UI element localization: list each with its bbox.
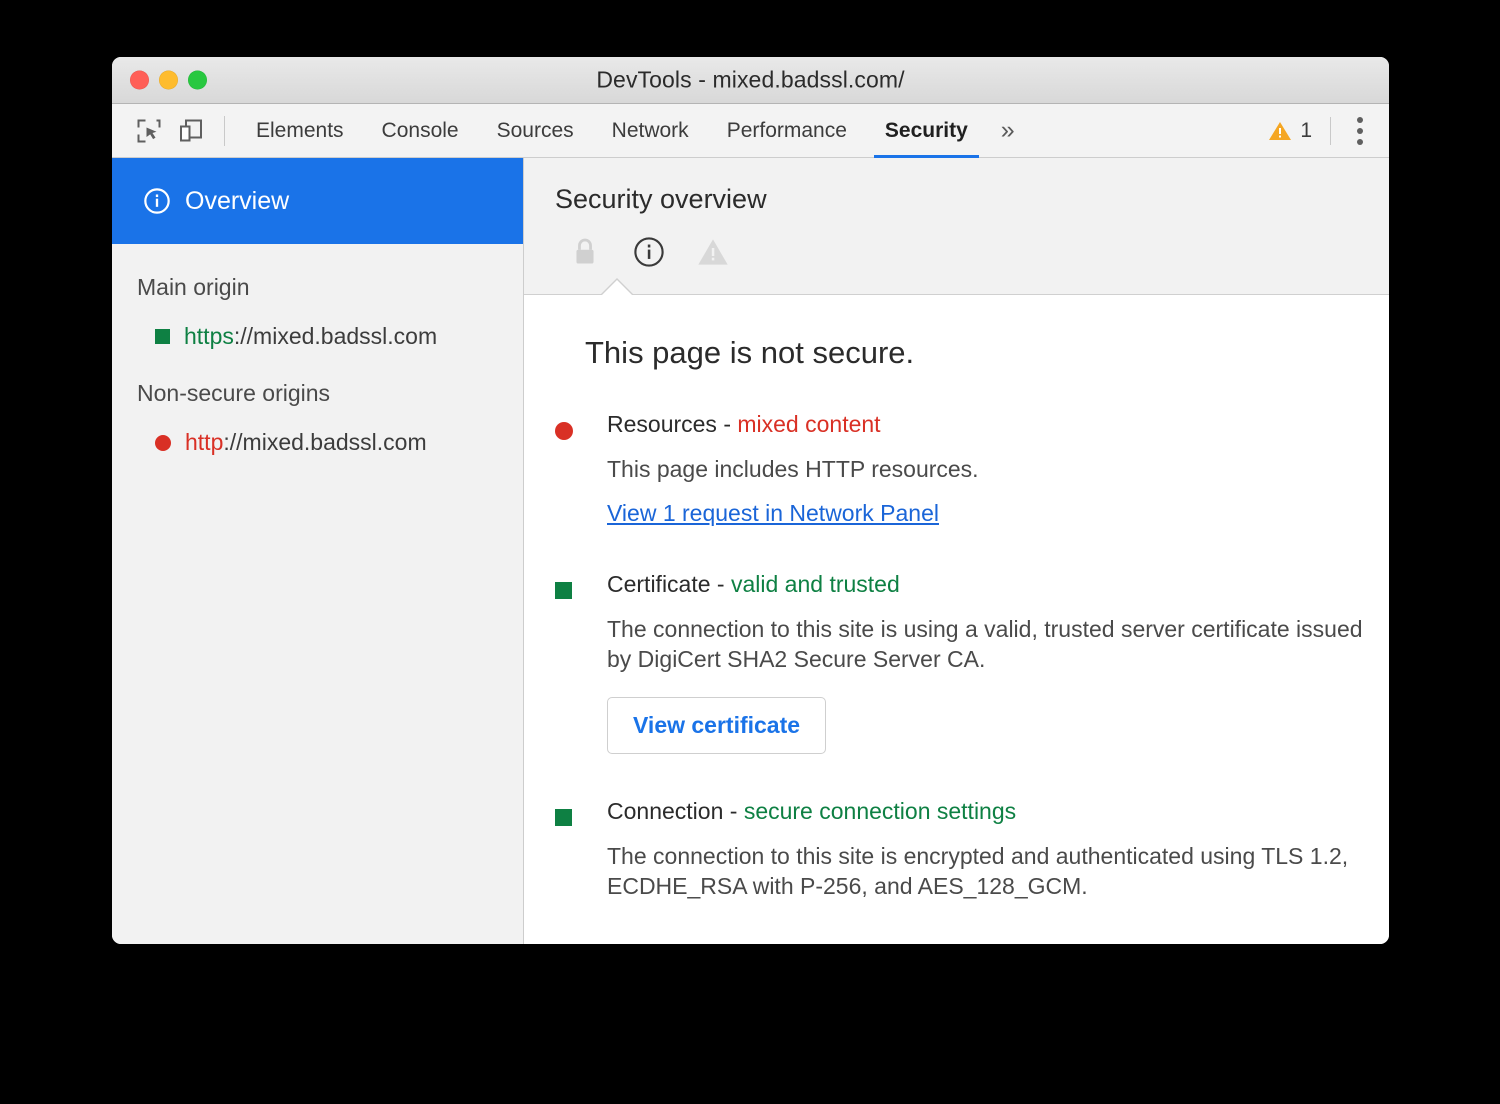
info-circle-icon[interactable] <box>632 235 666 269</box>
explanation-connection: Connection - secure connection settings … <box>555 798 1389 902</box>
view-certificate-button[interactable]: View certificate <box>607 697 826 754</box>
tab-security[interactable]: Security <box>866 104 987 157</box>
sidebar-section-main-origin: Main origin https://mixed.badssl.com <box>112 274 523 350</box>
explanation-title-text: Resources - <box>607 411 737 437</box>
explanation-description: The connection to this site is using a v… <box>607 614 1389 675</box>
status-badge: mixed content <box>737 411 880 437</box>
lock-icon[interactable] <box>568 235 602 269</box>
tab-network[interactable]: Network <box>593 104 708 157</box>
info-circle-icon <box>143 187 171 215</box>
explanation-marker <box>555 411 607 527</box>
sidebar-section-title: Main origin <box>112 274 523 301</box>
explanation-title-text: Connection - <box>607 798 744 824</box>
tab-sources[interactable]: Sources <box>478 104 593 157</box>
explanation-marker <box>555 571 607 754</box>
origin-host: ://mixed.badssl.com <box>234 323 437 349</box>
explanation-title: Certificate - valid and trusted <box>607 571 1389 598</box>
device-toolbar-icon[interactable] <box>170 110 212 152</box>
explanation-title-text: Certificate - <box>607 571 731 597</box>
green-square-icon <box>555 582 572 599</box>
security-panel-header: Security overview <box>524 158 1389 295</box>
green-square-icon <box>155 329 170 344</box>
more-tabs-button[interactable]: » <box>987 104 1029 157</box>
explanation-resources: Resources - mixed content This page incl… <box>555 411 1389 527</box>
panel-tabs: Elements Console Sources Network Perform… <box>237 104 1029 157</box>
status-badge: valid and trusted <box>731 571 900 597</box>
green-square-icon <box>555 809 572 826</box>
explanation-body: Resources - mixed content This page incl… <box>607 411 1389 527</box>
explanation-certificate: Certificate - valid and trusted The conn… <box>555 571 1389 754</box>
explanation-description: This page includes HTTP resources. <box>607 454 1389 484</box>
warning-badge[interactable]: 1 <box>1268 119 1312 143</box>
toolbar-right-divider <box>1330 117 1331 145</box>
origin-url: https://mixed.badssl.com <box>184 323 437 350</box>
page-title: Security overview <box>555 184 1389 215</box>
inspect-element-icon[interactable] <box>128 110 170 152</box>
red-circle-icon <box>555 422 573 440</box>
red-circle-icon <box>155 435 171 451</box>
explanation-title: Resources - mixed content <box>607 411 1389 438</box>
sidebar-item-label: Overview <box>185 187 289 216</box>
sidebar-origin-secure[interactable]: https://mixed.badssl.com <box>112 323 523 350</box>
sidebar-section-non-secure-origins: Non-secure origins http://mixed.badssl.c… <box>112 380 523 456</box>
explanation-marker <box>555 798 607 902</box>
origin-scheme: http <box>185 429 223 455</box>
security-sidebar: Overview Main origin https://mixed.badss… <box>112 158 524 944</box>
warning-triangle-icon[interactable] <box>696 235 730 269</box>
view-requests-link[interactable]: View 1 request in Network Panel <box>607 500 939 527</box>
window-titlebar: DevTools - mixed.badssl.com/ <box>112 57 1389 104</box>
sidebar-section-title: Non-secure origins <box>112 380 523 407</box>
devtools-window: DevTools - mixed.badssl.com/ Elements Co… <box>112 57 1389 944</box>
origin-scheme: https <box>184 323 234 349</box>
origin-host: ://mixed.badssl.com <box>223 429 426 455</box>
tab-performance[interactable]: Performance <box>708 104 866 157</box>
window-title: DevTools - mixed.badssl.com/ <box>112 67 1389 94</box>
explanation-title: Connection - secure connection settings <box>607 798 1389 825</box>
sidebar-origin-insecure[interactable]: http://mixed.badssl.com <box>112 429 523 456</box>
warning-triangle-icon <box>1268 119 1292 143</box>
status-badge: secure connection settings <box>744 798 1016 824</box>
toolbar-right-controls: 1 <box>1268 111 1389 151</box>
tab-elements[interactable]: Elements <box>237 104 363 157</box>
warning-count: 1 <box>1300 119 1312 143</box>
devtools-body: Overview Main origin https://mixed.badss… <box>112 158 1389 944</box>
sidebar-item-overview[interactable]: Overview <box>112 158 523 244</box>
tab-console[interactable]: Console <box>363 104 478 157</box>
vertical-dots-menu-icon[interactable] <box>1349 111 1371 151</box>
security-explanations: This page is not secure. Resources - mix… <box>524 295 1389 944</box>
origin-url: http://mixed.badssl.com <box>185 429 427 456</box>
security-state-icons <box>555 235 1389 269</box>
toolbar-divider <box>224 116 225 146</box>
explanation-body: Certificate - valid and trusted The conn… <box>607 571 1389 754</box>
explanation-body: Connection - secure connection settings … <box>607 798 1389 902</box>
devtools-toolbar: Elements Console Sources Network Perform… <box>112 104 1389 158</box>
explanation-description: The connection to this site is encrypted… <box>607 841 1389 902</box>
security-main-panel: Security overview <box>524 158 1389 944</box>
security-summary-headline: This page is not secure. <box>585 335 1389 371</box>
